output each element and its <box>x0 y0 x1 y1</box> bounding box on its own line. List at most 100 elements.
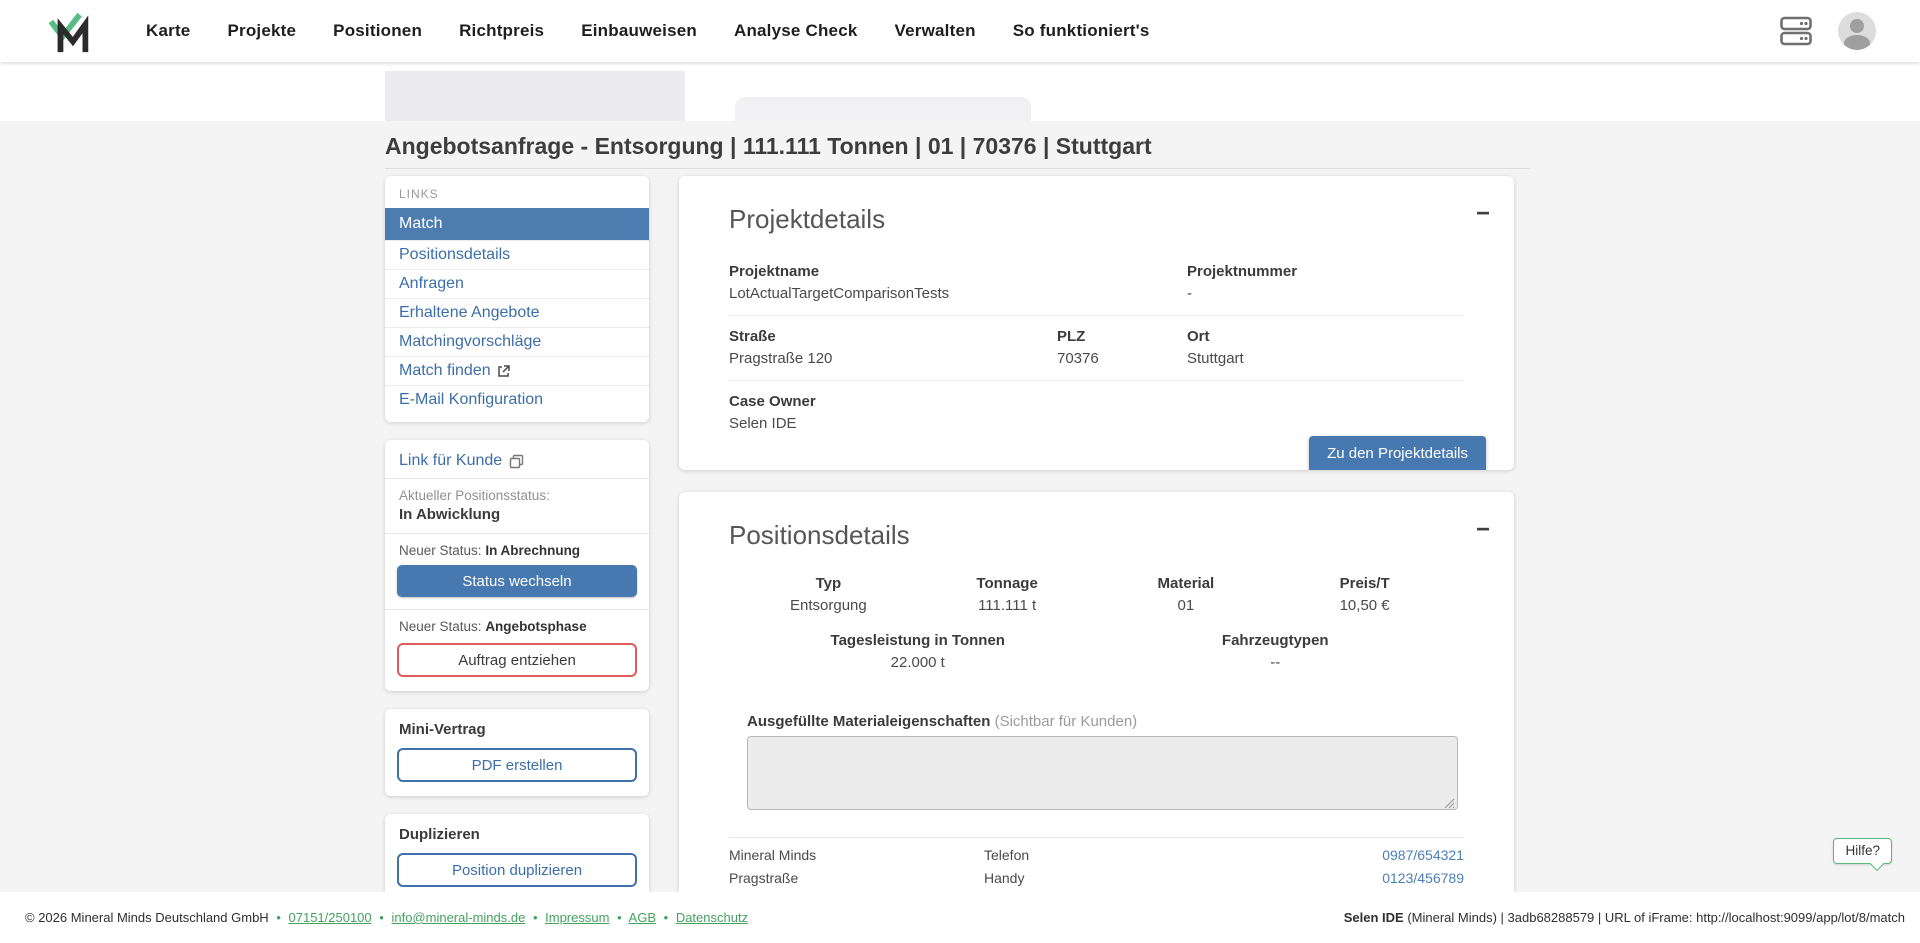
footer-separator: • <box>375 910 388 925</box>
pdf-erstellen-button[interactable]: PDF erstellen <box>397 748 637 782</box>
field-label: Projektname <box>729 263 1187 280</box>
links-card-header: LINKS <box>385 185 649 208</box>
field-label: Fahrzeugtypen <box>1097 632 1455 649</box>
field-label: Tagesleistung in Tonnen <box>739 632 1097 649</box>
user-avatar[interactable] <box>1838 12 1876 50</box>
nav-item-positionen[interactable]: Positionen <box>333 21 422 41</box>
typ-field: Typ Entsorgung <box>739 575 918 614</box>
nav-item-richtpreis[interactable]: Richtpreis <box>459 21 544 41</box>
detail-row: Projektname LotActualTargetComparisonTes… <box>729 251 1464 316</box>
projektdetails-card: Projektdetails − Projektname LotActualTa… <box>679 176 1514 470</box>
nav-item-analyse-check[interactable]: Analyse Check <box>734 21 858 41</box>
position-summary-row-2: Tagesleistung in Tonnen 22.000 t Fahrzeu… <box>729 632 1464 671</box>
sidebar-item-erhaltene-angebote[interactable]: Erhaltene Angebote <box>385 298 649 327</box>
footer-agb-link[interactable]: AGB <box>629 910 656 925</box>
sidebar-item-matchingvorschlaege[interactable]: Matchingvorschläge <box>385 327 649 356</box>
nav-item-projekte[interactable]: Projekte <box>227 21 296 41</box>
sidebar-item-match[interactable]: Match <box>385 208 649 240</box>
detail-row: Straße Pragstraße 120 PLZ 70376 Ort Stut… <box>729 316 1464 381</box>
position-duplizieren-button[interactable]: Position duplizieren <box>397 853 637 887</box>
new-status-value: Angebotsphase <box>485 619 586 634</box>
footer-session-details: (Mineral Minds) | 3adb68288579 | URL of … <box>1404 910 1905 925</box>
material-field: Material 01 <box>1097 575 1276 614</box>
footer-email-link[interactable]: info@mineral-minds.de <box>391 910 525 925</box>
hilfe-button[interactable]: Hilfe? <box>1833 838 1892 864</box>
skeleton-block <box>735 97 1031 121</box>
nav-item-verwalten[interactable]: Verwalten <box>895 21 976 41</box>
footer-impressum-link[interactable]: Impressum <box>545 910 609 925</box>
field-label: Preis/T <box>1275 575 1454 592</box>
strasse-field: Straße Pragstraße 120 <box>729 328 1057 367</box>
projektdetails-title: Projektdetails <box>729 204 1464 235</box>
divider <box>385 533 649 534</box>
collapse-icon[interactable]: − <box>1476 202 1490 226</box>
material-properties-label-bold: Ausgefüllte Materialeigenschaften <box>747 713 990 730</box>
projektname-field: Projektname LotActualTargetComparisonTes… <box>729 263 1187 302</box>
material-properties-textarea[interactable] <box>747 736 1458 810</box>
brand-logo-icon[interactable] <box>48 9 94 53</box>
footer-phone-link[interactable]: 07151/250100 <box>289 910 372 925</box>
main-column: Projektdetails − Projektname LotActualTa… <box>679 176 1514 892</box>
server-status-icon[interactable] <box>1780 16 1812 46</box>
field-label: Projektnummer <box>1187 263 1464 280</box>
sidebar: LINKS Match Positionsdetails Anfragen Er… <box>385 176 649 892</box>
auftrag-entziehen-button[interactable]: Auftrag entziehen <box>397 643 637 677</box>
field-value: 70376 <box>1057 350 1187 367</box>
footer-session-info: Selen IDE (Mineral Minds) | 3adb68288579… <box>1344 910 1905 925</box>
nav-item-so-funktionierts[interactable]: So funktioniert's <box>1013 21 1150 41</box>
contact-block: Mineral Minds Telefon 0987/654321 Pragst… <box>729 847 1464 892</box>
zu-den-projektdetails-button[interactable]: Zu den Projektdetails <box>1309 436 1486 470</box>
field-value: LotActualTargetComparisonTests <box>729 285 1187 302</box>
field-value: Pragstraße 120 <box>729 350 1057 367</box>
hilfe-label: Hilfe? <box>1845 843 1880 858</box>
title-divider <box>385 168 1530 169</box>
skeleton-block <box>385 71 685 121</box>
mini-vertrag-card: Mini-Vertrag PDF erstellen <box>385 709 649 796</box>
footer-datenschutz-link[interactable]: Datenschutz <box>676 910 748 925</box>
position-summary-row: Typ Entsorgung Tonnage 111.111 t Materia… <box>729 575 1464 614</box>
sidebar-item-positionsdetails[interactable]: Positionsdetails <box>385 240 649 269</box>
divider <box>385 609 649 610</box>
sidebar-item-label: Match finden <box>399 362 491 380</box>
top-navbar: Karte Projekte Positionen Richtpreis Ein… <box>0 0 1920 62</box>
footer: © 2026 Mineral Minds Deutschland GmbH • … <box>0 892 1920 943</box>
nav-item-karte[interactable]: Karte <box>146 21 190 41</box>
footer-separator: • <box>272 910 285 925</box>
field-value: Stuttgart <box>1187 350 1464 367</box>
current-status-label: Aktueller Positionsstatus: <box>397 488 637 503</box>
divider <box>385 478 649 479</box>
field-label: Case Owner <box>729 393 1464 410</box>
footer-separator: • <box>660 910 673 925</box>
status-wechseln-button[interactable]: Status wechseln <box>397 565 637 597</box>
links-card: LINKS Match Positionsdetails Anfragen Er… <box>385 176 649 422</box>
field-value: 01 <box>1097 597 1276 614</box>
telefon-link[interactable]: 0987/654321 <box>1314 847 1464 863</box>
kunde-link[interactable]: Link für Kunde <box>397 450 526 478</box>
footer-separator: • <box>529 910 542 925</box>
new-status-line: Neuer Status: In Abrechnung <box>397 543 637 558</box>
collapse-icon[interactable]: − <box>1476 518 1490 542</box>
field-value: 10,50 € <box>1275 597 1454 614</box>
divider <box>729 837 1464 838</box>
sidebar-item-anfragen[interactable]: Anfragen <box>385 269 649 298</box>
field-value: Selen IDE <box>729 415 1464 432</box>
nav-item-einbauweisen[interactable]: Einbauweisen <box>581 21 697 41</box>
current-status-value: In Abwicklung <box>397 506 637 523</box>
footer-left: © 2026 Mineral Minds Deutschland GmbH • … <box>25 910 748 925</box>
mini-vertrag-heading: Mini-Vertrag <box>397 721 637 738</box>
field-label: Straße <box>729 328 1057 345</box>
external-link-icon <box>497 365 510 378</box>
projektnummer-field: Projektnummer - <box>1187 263 1464 302</box>
page-title: Angebotsanfrage - Entsorgung | 111.111 T… <box>385 133 1920 159</box>
field-value: - <box>1187 285 1464 302</box>
sidebar-item-email-konfiguration[interactable]: E-Mail Konfiguration <box>385 385 649 414</box>
handy-link[interactable]: 0123/456789 <box>1314 870 1464 886</box>
footer-copyright: © 2026 Mineral Minds Deutschland GmbH <box>25 910 269 925</box>
new-status-line: Neuer Status: Angebotsphase <box>397 619 637 634</box>
preis-field: Preis/T 10,50 € <box>1275 575 1454 614</box>
sidebar-item-match-finden[interactable]: Match finden <box>385 356 649 385</box>
field-label: Tonnage <box>918 575 1097 592</box>
status-card: Link für Kunde Aktueller Positionsstatus… <box>385 440 649 691</box>
positionsdetails-title: Positionsdetails <box>729 520 1464 551</box>
content-area: Angebotsanfrage - Entsorgung | 111.111 T… <box>0 121 1920 892</box>
